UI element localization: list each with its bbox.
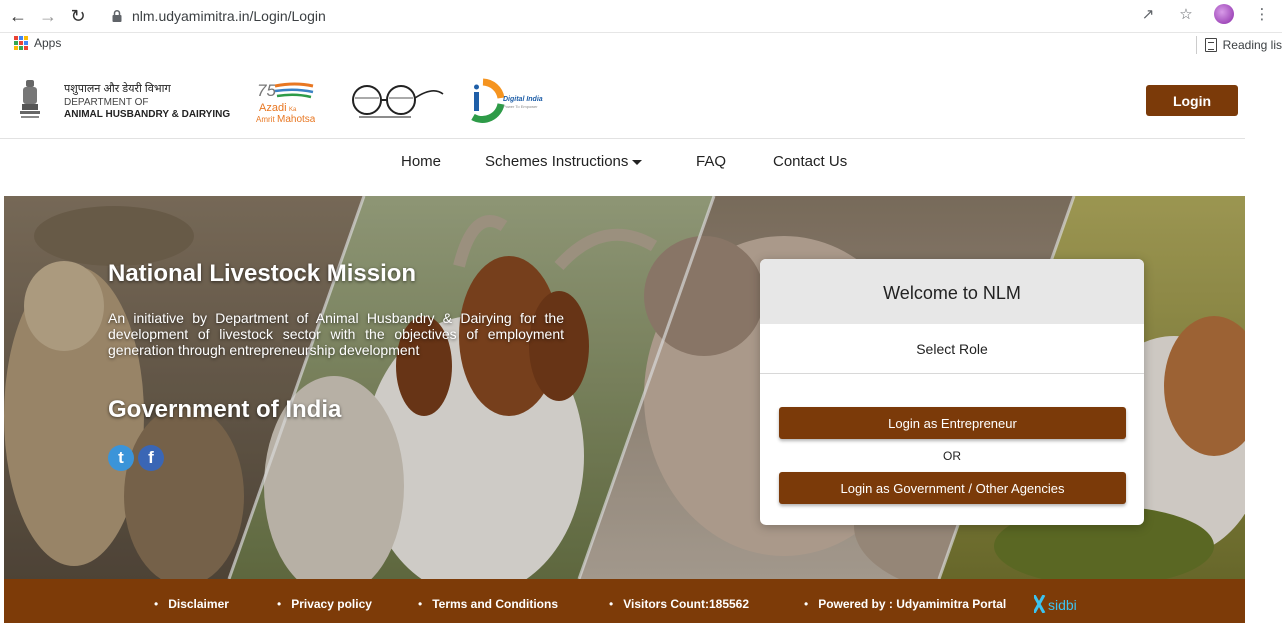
footer-powered-label: Powered by : Udyamimitra Portal	[818, 597, 1007, 611]
login-role-card: Welcome to NLM Select Role Login as Entr…	[760, 259, 1144, 525]
browser-toolbar: ← → ↻ nlm.udyamimitra.in/Login/Login ↗ ☆…	[0, 0, 1282, 33]
reading-list-button[interactable]: Reading lis	[1195, 36, 1282, 54]
lock-icon	[112, 9, 122, 22]
footer-privacy-label: Privacy policy	[291, 597, 372, 611]
login-government-button[interactable]: Login as Government / Other Agencies	[779, 472, 1126, 504]
facebook-icon[interactable]: f	[138, 445, 164, 471]
footer-visitors-label: Visitors Count:185562	[623, 597, 750, 611]
footer-privacy-link[interactable]: • Privacy policy	[277, 597, 372, 611]
forward-icon[interactable]: →	[36, 4, 60, 28]
nav-faq[interactable]: FAQ	[696, 153, 726, 170]
footer-powered-by: • Powered by : Udyamimitra Portal	[804, 597, 1007, 611]
apps-grid-icon	[14, 36, 28, 50]
menu-icon[interactable]: ⋮	[1252, 4, 1272, 24]
site-header: पशुपालन और डेयरी विभाग DEPARTMENT OF ANI…	[0, 62, 1245, 139]
azadi-ka-amrit-mahotsav-logo: 75 Azadi Ka Amrit Mahotsav	[256, 81, 315, 125]
profile-avatar[interactable]	[1214, 4, 1234, 24]
social-links: t f	[108, 445, 164, 471]
footer-terms-link[interactable]: • Terms and Conditions	[418, 597, 558, 611]
svg-text:Power To Empower: Power To Empower	[503, 104, 538, 109]
svg-text:sidbi: sidbi	[1048, 597, 1077, 613]
footer-terms-label: Terms and Conditions	[432, 597, 558, 611]
back-icon[interactable]: ←	[6, 4, 30, 28]
national-emblem-icon	[20, 80, 40, 118]
login-entrepreneur-button[interactable]: Login as Entrepreneur	[779, 407, 1126, 439]
site-footer: • Disclaimer • Privacy policy • Terms and C…	[4, 579, 1245, 623]
reload-icon[interactable]: ↻	[66, 4, 90, 28]
svg-text:Mahotsav: Mahotsav	[277, 114, 315, 125]
digital-india-logo: Digital India Power To Empower	[464, 78, 543, 123]
dept-hindi-name: पशुपालन और डेयरी विभाग	[64, 83, 171, 95]
address-bar[interactable]: nlm.udyamimitra.in/Login/Login	[110, 4, 326, 28]
hero-title: National Livestock Mission	[108, 260, 417, 287]
hero-government-label: Government of India	[108, 396, 342, 423]
dept-name-line1: DEPARTMENT OF	[64, 97, 149, 108]
footer-disclaimer-label: Disclaimer	[168, 597, 229, 611]
svg-text:Amrit: Amrit	[256, 115, 275, 124]
card-title: Welcome to NLM	[883, 283, 1021, 303]
apps-button[interactable]: Apps	[14, 36, 61, 50]
nav-contact[interactable]: Contact Us	[773, 153, 847, 170]
reading-list-label: Reading lis	[1222, 38, 1282, 52]
share-icon[interactable]: ↗	[1138, 4, 1158, 24]
twitter-icon[interactable]: t	[108, 445, 134, 471]
or-label: OR	[943, 449, 961, 463]
swachh-bharat-logo	[352, 85, 444, 118]
svg-text:Azadi: Azadi	[259, 102, 287, 114]
dept-name-line2: ANIMAL HUSBANDRY & DAIRYING	[64, 109, 231, 120]
caret-down-icon	[632, 159, 643, 165]
sidbi-logo: sidbi	[1034, 595, 1077, 613]
footer-disclaimer-link[interactable]: • Disclaimer	[154, 597, 229, 611]
main-nav: Home Schemes Instructions FAQ Contact Us	[0, 140, 1245, 184]
star-icon[interactable]: ☆	[1176, 4, 1196, 24]
hero-description: An initiative by Department of Animal Hu…	[108, 310, 564, 358]
login-button[interactable]: Login	[1146, 85, 1238, 116]
apps-label: Apps	[34, 36, 62, 50]
url-text: nlm.udyamimitra.in/Login/Login	[132, 8, 326, 24]
select-role-label: Select Role	[916, 341, 988, 357]
nav-home[interactable]: Home	[401, 153, 441, 170]
svg-text:75: 75	[257, 81, 276, 100]
svg-text:Digital India: Digital India	[503, 96, 543, 103]
bookmarks-bar: Apps Reading lis	[0, 33, 1282, 57]
nav-schemes-label: Schemes Instructions	[485, 153, 629, 170]
reading-list-icon	[1204, 38, 1217, 52]
footer-visitors-count: • Visitors Count:185562	[609, 597, 750, 611]
nav-schemes-dropdown[interactable]: Schemes Instructions	[485, 153, 643, 170]
card-divider	[760, 373, 1144, 374]
svg-text:Ka: Ka	[289, 107, 297, 113]
